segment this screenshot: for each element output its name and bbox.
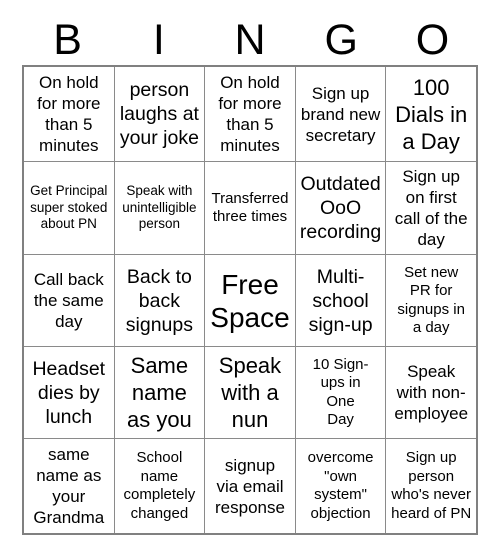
bingo-cell-label: Multi- school sign-up: [308, 265, 373, 336]
bingo-grid: On hold for more than 5 minutes person la…: [22, 65, 478, 535]
bingo-cell[interactable]: Speak with non- employee: [386, 347, 476, 438]
bingo-row: On hold for more than 5 minutes person la…: [24, 67, 476, 162]
bingo-cell[interactable]: Set new PR for signups in a day: [386, 255, 476, 346]
bingo-cell[interactable]: Transferred three times: [205, 162, 296, 254]
bingo-cell[interactable]: Multi- school sign-up: [296, 255, 387, 346]
bingo-cell-label: person laughs at your joke: [119, 79, 199, 149]
bingo-cell[interactable]: Speak with unintelligible person: [115, 162, 206, 254]
bingo-cell[interactable]: Sign up brand new secretary: [296, 67, 387, 161]
bingo-cell[interactable]: Same name as you: [115, 347, 206, 438]
bingo-cell-label: Outdated OoO recording: [299, 173, 382, 243]
bingo-row: Call back the same day Back to back signu…: [24, 255, 476, 347]
bingo-cell[interactable]: Headset dies by lunch: [24, 347, 115, 438]
bingo-cell[interactable]: Speak with a nun: [205, 347, 296, 438]
bingo-cell-label: Speak with a nun: [218, 353, 282, 432]
bingo-row: Get Principal super stoked about PN Speak…: [24, 162, 476, 255]
bingo-cell[interactable]: Back to back signups: [115, 255, 206, 346]
bingo-cell[interactable]: same name as your Grandma: [24, 439, 115, 533]
bingo-cell-label: Free Space: [210, 268, 290, 333]
bingo-header-letter-o: O: [415, 16, 450, 64]
bingo-cell-label: Set new PR for signups in a day: [397, 263, 465, 337]
bingo-card: B I N G O On hold for more than 5 minute…: [0, 0, 500, 544]
bingo-cell-label: Get Principal super stoked about PN: [30, 183, 108, 232]
bingo-cell-label: Transferred three times: [211, 189, 289, 226]
bingo-cell[interactable]: signup via email response: [205, 439, 296, 533]
bingo-cell-label: same name as your Grandma: [33, 445, 105, 527]
bingo-cell-label: On hold for more than 5 minutes: [37, 73, 101, 155]
bingo-row: Headset dies by lunch Same name as you Spe…: [24, 347, 476, 439]
bingo-header-letter-i: I: [152, 16, 165, 64]
bingo-cell[interactable]: Get Principal super stoked about PN: [24, 162, 115, 254]
bingo-cell-label: School name completely changed: [123, 449, 196, 522]
bingo-cell-label: signup via email response: [215, 455, 285, 517]
bingo-cell-label: Same name as you: [126, 353, 192, 432]
bingo-cell-label: 10 Sign- ups in One Day: [312, 355, 369, 429]
bingo-cell-label: Sign up brand new secretary: [300, 83, 381, 145]
bingo-cell-label: Headset dies by lunch: [32, 357, 106, 428]
bingo-cell[interactable]: 10 Sign- ups in One Day: [296, 347, 387, 438]
bingo-cell-label: Speak with non- employee: [394, 362, 469, 423]
bingo-header-letter-b: B: [53, 16, 82, 64]
bingo-row: same name as your Grandma School name com…: [24, 439, 476, 533]
bingo-cell[interactable]: Sign up on first call of the day: [386, 162, 476, 254]
bingo-cell[interactable]: School name completely changed: [115, 439, 206, 533]
bingo-cell-label: Sign up person who's never heard of PN: [391, 449, 472, 522]
bingo-cell-label: Back to back signups: [125, 265, 193, 336]
bingo-cell-label: Call back the same day: [33, 270, 104, 331]
bingo-cell[interactable]: 100 Dials in a Day: [386, 67, 476, 161]
bingo-header-letter-n: N: [234, 16, 266, 64]
bingo-cell[interactable]: On hold for more than 5 minutes: [24, 67, 115, 161]
bingo-cell[interactable]: overcome "own system" objection: [296, 439, 387, 533]
bingo-cell-label: Speak with unintelligible person: [122, 183, 197, 232]
bingo-cell-label: Sign up on first call of the day: [394, 167, 468, 249]
bingo-cell[interactable]: person laughs at your joke: [115, 67, 206, 161]
bingo-header: B I N G O: [22, 16, 478, 65]
bingo-cell-label: 100 Dials in a Day: [395, 74, 468, 154]
bingo-cell-label: overcome "own system" objection: [307, 449, 374, 522]
bingo-cell[interactable]: Sign up person who's never heard of PN: [386, 439, 476, 533]
bingo-free-space-cell[interactable]: Free Space: [205, 255, 296, 346]
bingo-cell-label: On hold for more than 5 minutes: [218, 73, 282, 155]
bingo-cell[interactable]: Call back the same day: [24, 255, 115, 346]
bingo-cell[interactable]: Outdated OoO recording: [296, 162, 387, 254]
bingo-header-letter-g: G: [324, 16, 358, 64]
bingo-cell[interactable]: On hold for more than 5 minutes: [205, 67, 296, 161]
